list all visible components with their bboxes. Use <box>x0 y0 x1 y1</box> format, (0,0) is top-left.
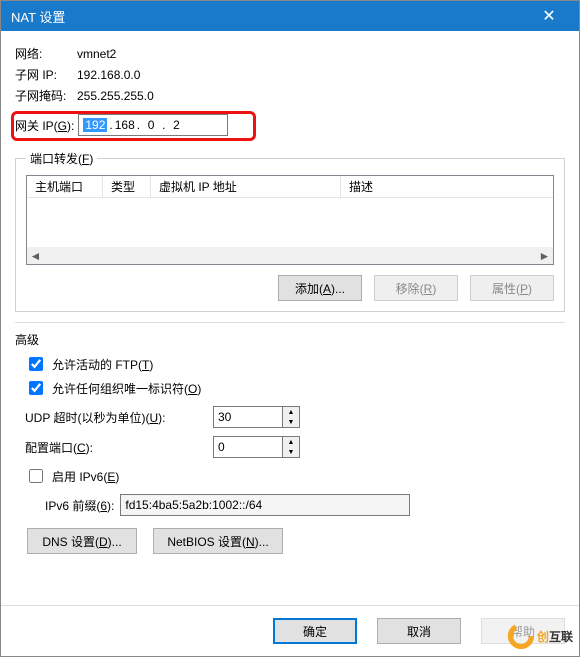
window-title: NAT 设置 <box>11 7 529 26</box>
network-label: 网络: <box>15 45 77 62</box>
spin-up-icon[interactable]: ▲ <box>283 437 299 447</box>
config-port-input[interactable] <box>213 436 283 458</box>
dialog-footer: 确定 取消 帮助 <box>1 605 579 656</box>
scroll-left-icon[interactable]: ◄ <box>27 247 44 264</box>
subnet-mask-label: 子网掩码: <box>15 87 77 104</box>
col-vm-ip[interactable]: 虚拟机 IP 地址 <box>151 176 341 197</box>
ip-octet-2[interactable]: 168 <box>115 118 135 132</box>
network-row: 网络: vmnet2 <box>15 45 565 62</box>
port-forward-group: 端口转发(F) 主机端口 类型 虚拟机 IP 地址 描述 ◄ ► 添加(A)..… <box>15 150 565 312</box>
gateway-label: 网关 IP(G): <box>15 117 74 134</box>
titlebar: NAT 设置 ✕ <box>1 1 579 31</box>
cancel-button[interactable]: 取消 <box>377 618 461 644</box>
org-check[interactable] <box>29 381 43 395</box>
add-button[interactable]: 添加(A)... <box>278 275 362 301</box>
subnet-ip-value: 192.168.0.0 <box>77 68 140 82</box>
netbios-settings-button[interactable]: NetBIOS 设置(N)... <box>153 528 283 554</box>
col-desc[interactable]: 描述 <box>341 176 553 197</box>
nat-settings-window: NAT 设置 ✕ 网络: vmnet2 子网 IP: 192.168.0.0 子… <box>0 0 580 657</box>
gateway-row: 网关 IP(G): 192 . 168 . 0 . 2 <box>15 114 565 136</box>
udp-timeout-spinner[interactable]: ▲▼ <box>213 406 300 428</box>
enable-ipv6-checkbox[interactable]: 启用 IPv6(E) <box>25 466 565 486</box>
ipv6-prefix-row: IPv6 前缀(6): <box>45 494 565 516</box>
properties-button: 属性(P) <box>470 275 554 301</box>
config-port-spinner[interactable]: ▲▼ <box>213 436 300 458</box>
gateway-ip-input[interactable]: 192 . 168 . 0 . 2 <box>78 114 228 136</box>
advanced-title: 高级 <box>15 331 565 348</box>
list-header: 主机端口 类型 虚拟机 IP 地址 描述 <box>27 176 553 198</box>
subnet-ip-label: 子网 IP: <box>15 66 77 83</box>
config-port-row: 配置端口(C): ▲▼ <box>25 436 565 458</box>
help-button[interactable]: 帮助 <box>481 618 565 644</box>
horizontal-scrollbar[interactable]: ◄ ► <box>27 247 553 264</box>
ipv6-check[interactable] <box>29 469 43 483</box>
close-icon[interactable]: ✕ <box>529 6 569 26</box>
udp-timeout-row: UDP 超时(以秒为单位)(U): ▲▼ <box>25 406 565 428</box>
udp-timeout-label: UDP 超时(以秒为单位)(U): <box>25 409 205 426</box>
ipv6-prefix-input <box>120 494 410 516</box>
dns-settings-button[interactable]: DNS 设置(D)... <box>27 528 137 554</box>
spin-down-icon[interactable]: ▼ <box>283 447 299 457</box>
allow-org-id-checkbox[interactable]: 允许任何组织唯一标识符(O) <box>25 378 565 398</box>
subnet-mask-value: 255.255.255.0 <box>77 89 154 103</box>
scroll-right-icon[interactable]: ► <box>536 247 553 264</box>
spin-up-icon[interactable]: ▲ <box>283 407 299 417</box>
subnet-ip-row: 子网 IP: 192.168.0.0 <box>15 66 565 83</box>
ip-octet-4[interactable]: 2 <box>167 118 185 132</box>
ip-octet-1[interactable]: 192 <box>83 118 107 132</box>
ipv6-prefix-label: IPv6 前缀(6): <box>45 497 114 514</box>
ip-octet-3[interactable]: 0 <box>142 118 160 132</box>
port-forward-legend: 端口转发(F) <box>26 150 97 167</box>
col-type[interactable]: 类型 <box>103 176 151 197</box>
ftp-check[interactable] <box>29 357 43 371</box>
network-value: vmnet2 <box>77 47 116 61</box>
allow-active-ftp-checkbox[interactable]: 允许活动的 FTP(T) <box>25 354 565 374</box>
subnet-mask-row: 子网掩码: 255.255.255.0 <box>15 87 565 104</box>
port-forward-list[interactable]: 主机端口 类型 虚拟机 IP 地址 描述 ◄ ► <box>26 175 554 265</box>
col-host-port[interactable]: 主机端口 <box>27 176 103 197</box>
config-port-label: 配置端口(C): <box>25 439 205 456</box>
ok-button[interactable]: 确定 <box>273 618 357 644</box>
spin-down-icon[interactable]: ▼ <box>283 417 299 427</box>
udp-timeout-input[interactable] <box>213 406 283 428</box>
remove-button: 移除(R) <box>374 275 458 301</box>
